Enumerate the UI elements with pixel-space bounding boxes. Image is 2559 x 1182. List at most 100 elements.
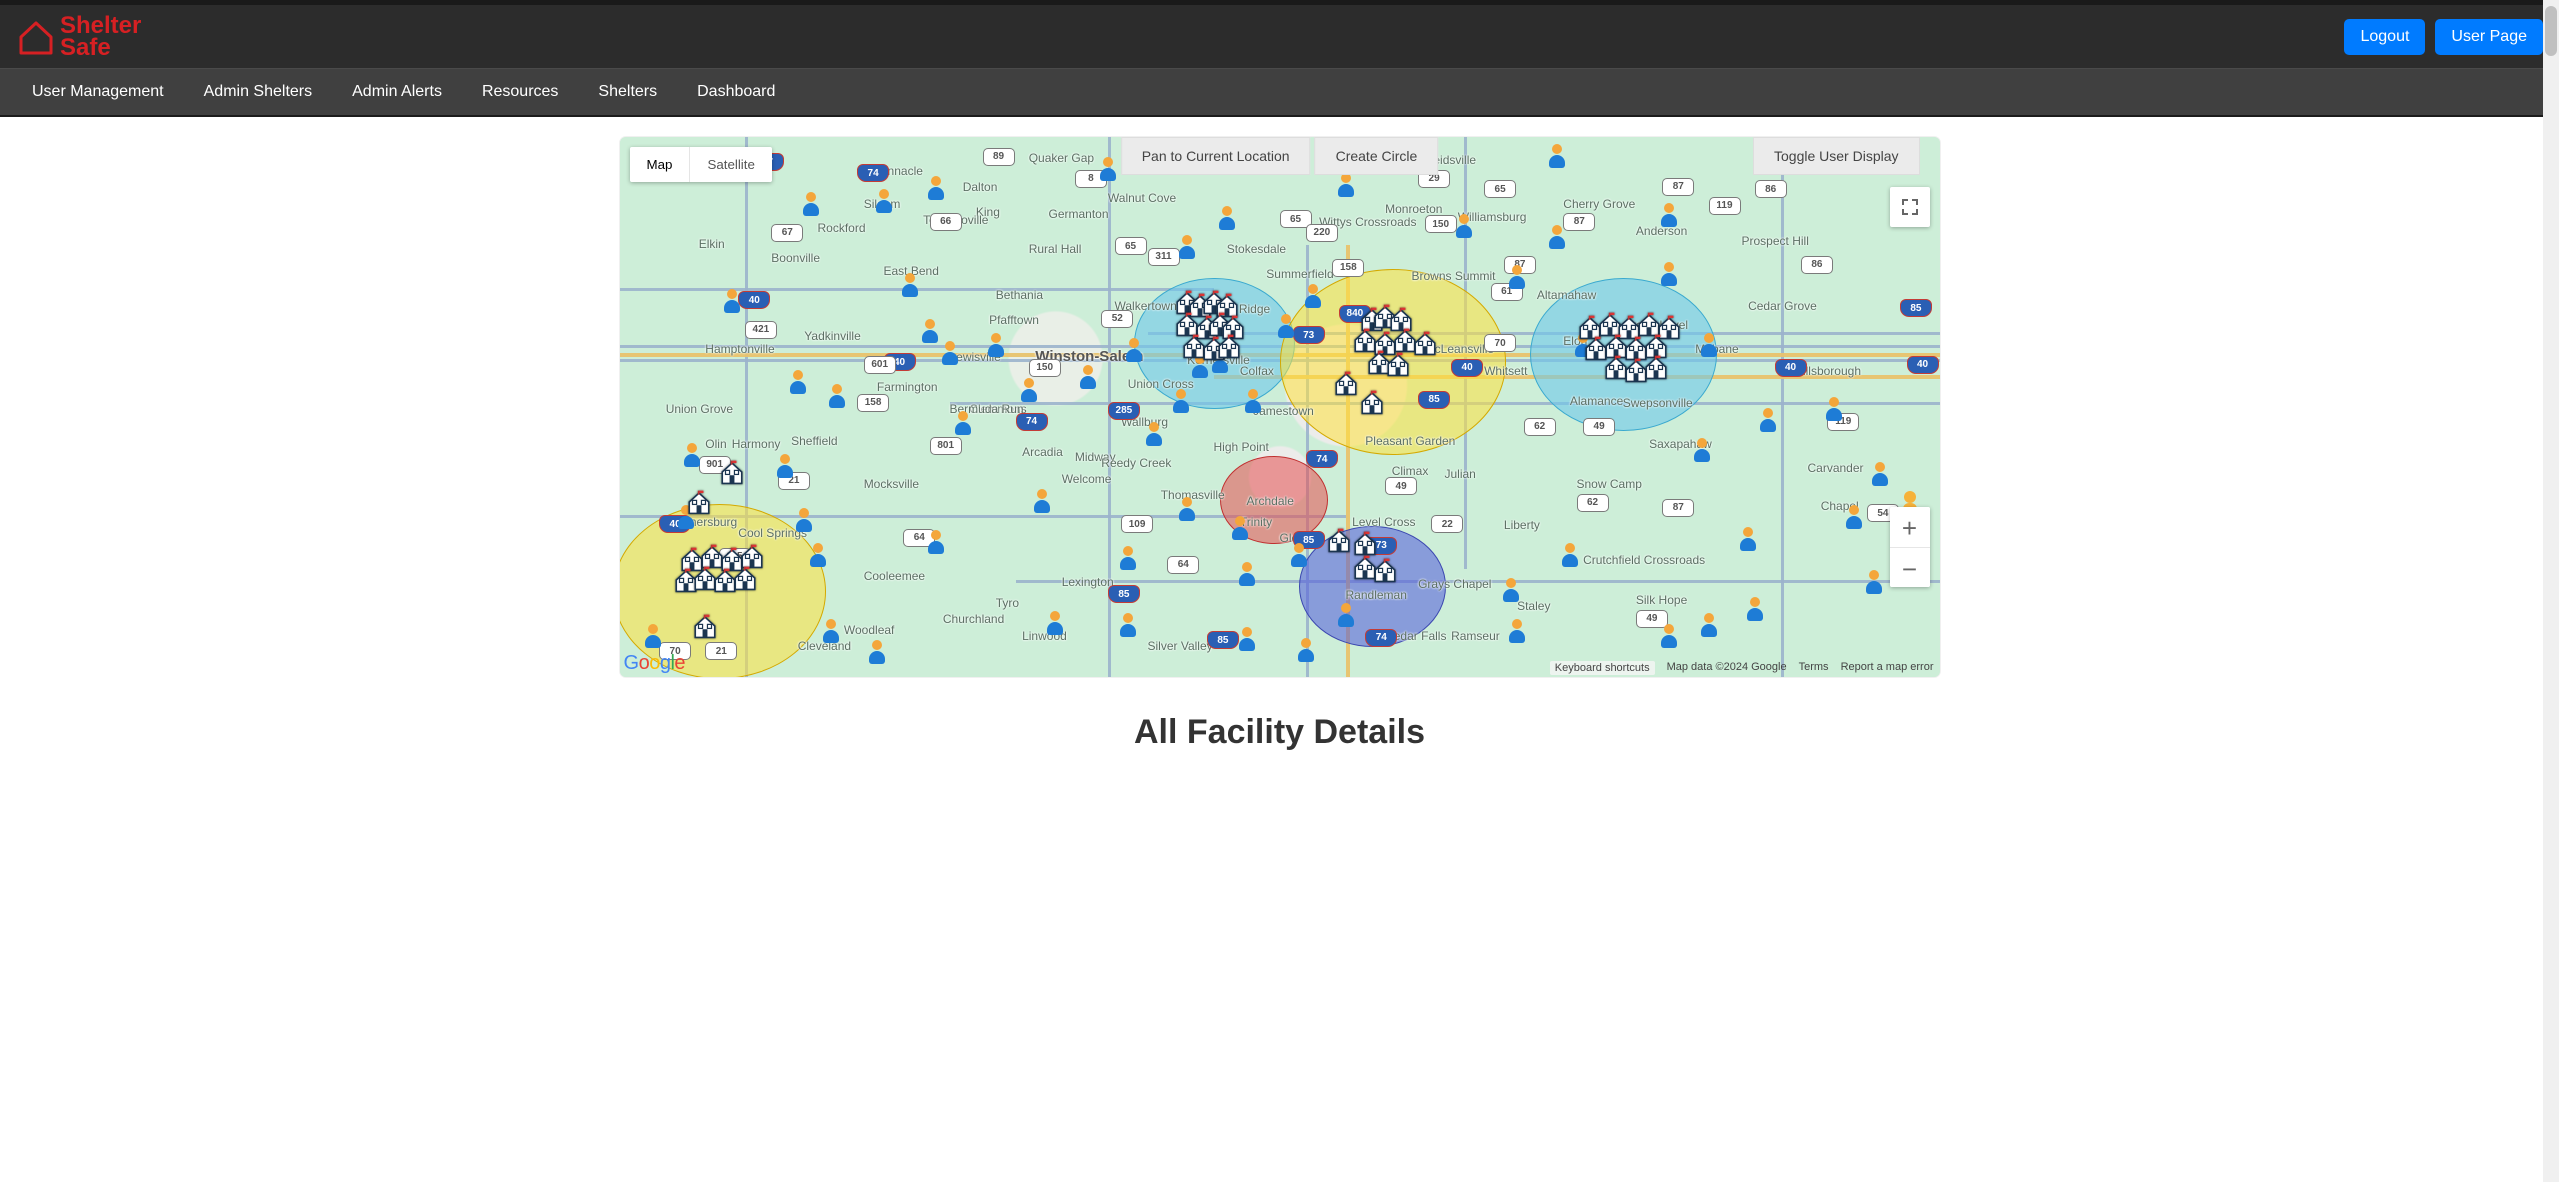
user-marker[interactable] [1019,378,1039,404]
user-marker[interactable] [1560,543,1580,569]
shelter-marker[interactable] [1359,389,1385,415]
user-marker[interactable] [986,333,1006,359]
user-marker[interactable] [1243,389,1263,415]
user-marker[interactable] [643,624,663,650]
user-marker[interactable] [1844,505,1864,531]
user-marker[interactable] [1659,203,1679,229]
create-circle-button[interactable]: Create Circle [1315,137,1439,175]
user-marker[interactable] [900,273,920,299]
shelter-marker[interactable] [1372,557,1398,583]
user-marker[interactable] [1045,611,1065,637]
map-type-satellite[interactable]: Satellite [689,147,771,182]
user-marker[interactable] [1745,597,1765,623]
user-marker[interactable] [1336,173,1356,199]
nav-shelters[interactable]: Shelters [580,69,675,115]
user-marker[interactable] [1507,265,1527,291]
scrollbar-thumb[interactable] [2545,6,2557,56]
shelter-marker[interactable] [1385,351,1411,377]
user-marker[interactable] [1118,613,1138,639]
user-marker[interactable] [926,176,946,202]
shelter-marker[interactable] [1326,527,1352,553]
user-marker[interactable] [1501,578,1521,604]
user-marker[interactable] [682,443,702,469]
user-marker[interactable] [1507,619,1527,645]
shelter-marker[interactable] [732,565,758,591]
user-marker[interactable] [920,319,940,345]
user-marker[interactable] [1758,408,1778,434]
user-marker[interactable] [1237,562,1257,588]
user-page-button[interactable]: User Page [2435,19,2543,55]
keyboard-shortcuts-button[interactable]: Keyboard shortcuts [1550,661,1655,675]
pan-current-location-button[interactable]: Pan to Current Location [1121,137,1311,175]
city-label: Carvander [1808,461,1864,475]
user-marker[interactable] [1336,603,1356,629]
map-canvas[interactable]: Winston-SalemQuaker GapPinnacleKingDalto… [620,137,1940,677]
user-marker[interactable] [1547,225,1567,251]
map[interactable]: Winston-SalemQuaker GapPinnacleKingDalto… [620,137,1940,677]
user-marker[interactable] [1659,624,1679,650]
user-marker[interactable] [1217,206,1237,232]
shelter-marker[interactable] [1333,370,1359,396]
user-marker[interactable] [808,543,828,569]
user-marker[interactable] [821,619,841,645]
user-marker[interactable] [1659,262,1679,288]
shelter-marker[interactable] [719,459,745,485]
nav-admin-shelters[interactable]: Admin Shelters [186,69,331,115]
toggle-user-display-button[interactable]: Toggle User Display [1753,137,1920,175]
fullscreen-button[interactable] [1890,187,1930,227]
user-marker[interactable] [775,454,795,480]
user-marker[interactable] [801,192,821,218]
user-marker[interactable] [1824,397,1844,423]
user-marker[interactable] [1870,462,1890,488]
user-marker[interactable] [1296,638,1316,664]
nav-dashboard[interactable]: Dashboard [679,69,793,115]
user-marker[interactable] [867,640,887,666]
shelter-marker[interactable] [1216,333,1242,359]
user-marker[interactable] [1237,627,1257,653]
user-marker[interactable] [926,530,946,556]
user-marker[interactable] [788,370,808,396]
user-marker[interactable] [953,411,973,437]
terms-link[interactable]: Terms [1799,661,1829,675]
nav-user-management[interactable]: User Management [14,69,182,115]
user-marker[interactable] [1124,338,1144,364]
user-marker[interactable] [940,341,960,367]
report-error-link[interactable]: Report a map error [1841,661,1934,675]
user-marker[interactable] [1078,365,1098,391]
shelter-marker[interactable] [1643,354,1669,380]
user-marker[interactable] [722,289,742,315]
logout-button[interactable]: Logout [2344,19,2425,55]
user-marker[interactable] [1177,235,1197,261]
user-marker[interactable] [1699,333,1719,359]
user-marker[interactable] [1699,613,1719,639]
user-marker[interactable] [1177,497,1197,523]
shelter-marker[interactable] [692,613,718,639]
map-type-map[interactable]: Map [630,147,690,182]
user-marker[interactable] [1144,422,1164,448]
nav-resources[interactable]: Resources [464,69,576,115]
page-scrollbar[interactable] [2543,0,2559,1182]
user-marker[interactable] [874,189,894,215]
user-marker[interactable] [1032,489,1052,515]
user-marker[interactable] [794,508,814,534]
nav-admin-alerts[interactable]: Admin Alerts [334,69,460,115]
user-marker[interactable] [1230,516,1250,542]
zoom-in-button[interactable]: + [1890,507,1930,547]
user-marker[interactable] [1454,214,1474,240]
user-marker[interactable] [1864,570,1884,596]
user-marker[interactable] [1098,157,1118,183]
shelter-marker[interactable] [1412,330,1438,356]
shelter-marker[interactable] [1352,530,1378,556]
user-marker[interactable] [1118,546,1138,572]
zoom-out-button[interactable]: − [1890,547,1930,587]
user-marker[interactable] [1692,438,1712,464]
user-marker[interactable] [1276,314,1296,340]
user-marker[interactable] [1171,389,1191,415]
user-marker[interactable] [1738,527,1758,553]
user-marker[interactable] [1303,284,1323,310]
shelter-marker[interactable] [686,489,712,515]
city-label: Browns Summit [1412,269,1496,283]
user-marker[interactable] [827,384,847,410]
user-marker[interactable] [1289,543,1309,569]
user-marker[interactable] [1547,144,1567,170]
